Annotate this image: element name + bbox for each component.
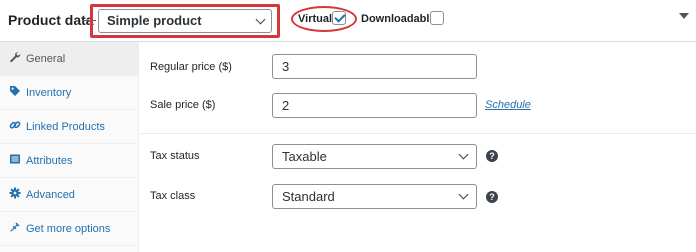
tax-status-select[interactable]: Taxable: [272, 144, 477, 169]
tab-label: Advanced: [26, 189, 75, 201]
tab-label: Get more options: [26, 223, 111, 235]
tab-label: Linked Products: [26, 121, 105, 133]
tab-advanced[interactable]: Advanced: [0, 178, 139, 212]
tab-inventory[interactable]: Inventory: [0, 76, 139, 110]
tab-label: Inventory: [26, 87, 72, 99]
tab-attributes[interactable]: Attributes: [0, 144, 139, 178]
tax-status-label: Tax status: [150, 150, 200, 162]
tab-get-more-options[interactable]: Get more options: [0, 212, 139, 246]
tax-class-value: Standard: [282, 189, 335, 204]
schedule-link[interactable]: Schedule: [485, 99, 531, 111]
regular-price-input[interactable]: 3: [272, 54, 477, 79]
tax-class-label: Tax class: [150, 190, 196, 202]
product-type-select[interactable]: Simple product: [98, 9, 272, 33]
list-icon: [10, 154, 20, 164]
tag-icon: [10, 86, 20, 96]
product-type-value: Simple product: [107, 13, 202, 28]
tab-linked-products[interactable]: Linked Products: [0, 110, 139, 144]
virtual-label: Virtual:: [298, 13, 336, 25]
help-icon[interactable]: ?: [486, 150, 498, 162]
tax-status-value: Taxable: [282, 149, 327, 164]
section-divider: [140, 133, 696, 134]
sale-price-input[interactable]: 2: [272, 93, 477, 118]
gear-icon: [9, 187, 21, 199]
wrench-icon: [10, 52, 21, 63]
chevron-down-icon: [255, 14, 266, 25]
tab-label: Attributes: [26, 155, 73, 167]
plugin-icon: [10, 222, 20, 232]
sale-price-value: 2: [282, 98, 290, 113]
link-icon: [9, 121, 21, 129]
chevron-down-icon: [458, 189, 469, 200]
sale-price-label: Sale price ($): [150, 99, 216, 111]
help-icon[interactable]: ?: [486, 191, 498, 203]
product-data-tabs: General Inventory Linked Products Attrib…: [0, 42, 139, 252]
regular-price-label: Regular price ($): [150, 61, 232, 73]
tax-class-select[interactable]: Standard: [272, 184, 477, 209]
panel-title: Product data: [8, 12, 94, 28]
virtual-checkbox[interactable]: [332, 11, 346, 25]
downloadable-checkbox[interactable]: [430, 11, 444, 25]
tab-general[interactable]: General: [0, 42, 139, 76]
regular-price-value: 3: [282, 59, 290, 74]
downloadable-label: Downloadable:: [361, 13, 440, 25]
collapse-caret-icon[interactable]: [679, 13, 689, 19]
product-data-header: Product data — Simple product Virtual: D…: [0, 0, 696, 42]
chevron-down-icon: [458, 149, 469, 160]
tab-label: General: [26, 53, 66, 65]
